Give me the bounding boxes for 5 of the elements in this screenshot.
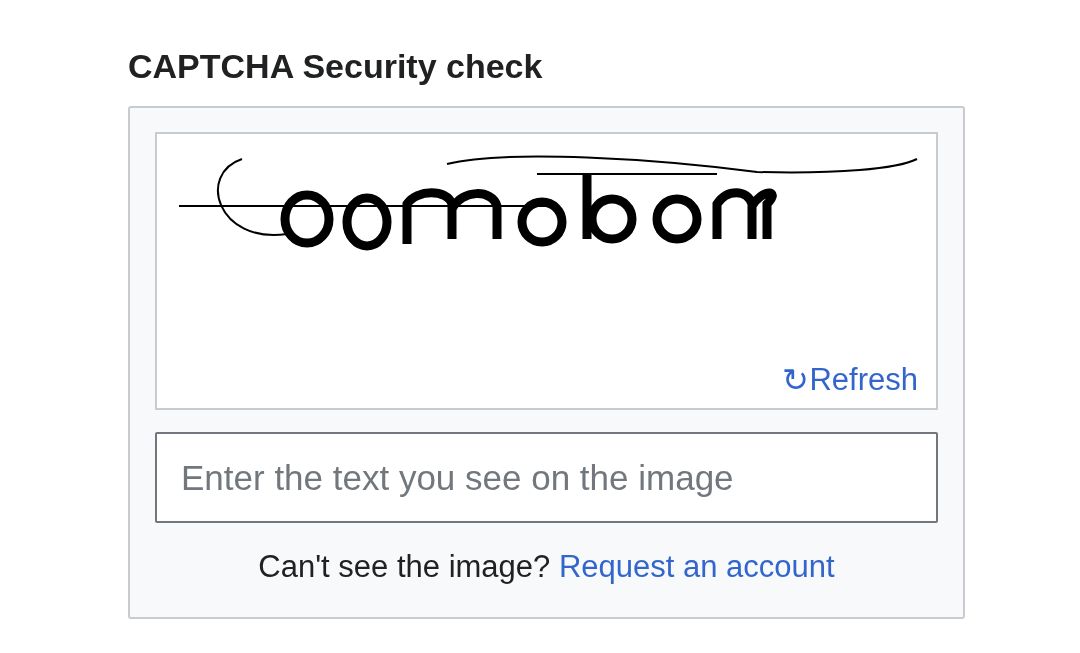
section-heading: CAPTCHA Security check [128,46,544,87]
refresh-link[interactable]: ↻Refresh [782,362,918,398]
request-account-link[interactable]: Request an account [558,549,835,584]
help-text: Can't see the image? [258,549,551,584]
captcha-answer-field[interactable]: Enter the text you see on the image [155,432,938,523]
